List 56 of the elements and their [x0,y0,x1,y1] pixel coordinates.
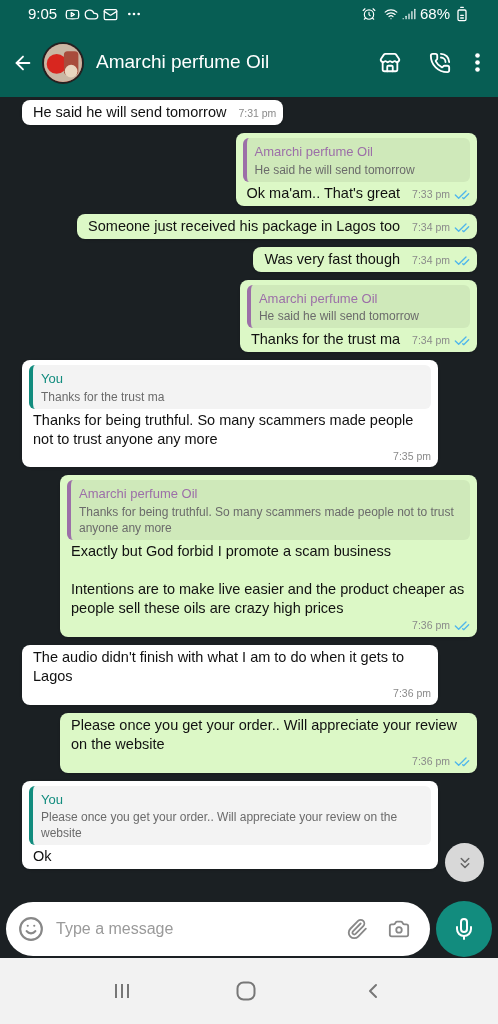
attach-icon[interactable] [346,918,368,940]
quote-author: You [41,790,64,809]
message-text: Was very fast though [263,249,402,269]
store-icon [379,51,401,74]
quoted-message[interactable]: Amarchi perfume Oil He said he will send tomorrow [242,138,470,182]
quote-author: You [41,370,64,388]
message-text: Thanks for the trust ma [249,330,402,349]
message-time: 7:33 pm [412,186,450,202]
quote-text: Thanks for the trust ma [41,388,166,405]
signal-icon [401,7,416,21]
quoted-message[interactable]: You Thanks for the trust ma [29,365,431,409]
camera-icon[interactable] [388,918,410,940]
menu-icon [475,53,480,72]
home-icon[interactable] [236,981,256,1001]
quote-author: Amarchi perfume Oil [79,485,199,504]
phone-icon [429,51,451,74]
message-text: The audio didn't finish with what I am to do when it gets to Lagos [32,647,406,686]
message-field[interactable]: Type a message [56,917,346,941]
scroll-down-button[interactable] [445,843,484,882]
quoted-message[interactable]: You Please once you get your order.. Will appreciate your review on the website [29,785,431,845]
message-text: Ok ma'am.. That's great [245,183,402,203]
message-time: 7:34 pm [412,219,450,235]
battery-percent: 68% [419,3,450,24]
message-text: Ok [32,847,53,866]
recent-apps-icon[interactable] [112,982,131,1000]
message-input[interactable]: Type a message [6,902,430,956]
wifi-icon [383,7,398,21]
quote-author: Amarchi perfume Oil [258,289,379,308]
message-text: He said he will send tomorrow [32,103,228,122]
quoted-message[interactable]: Amarchi perfume Oil He said he will send tomorrow [246,284,470,328]
quote-text: Please once you get your order.. Will appreciate your review on the website [41,809,399,841]
mic-button[interactable] [436,901,492,957]
quote-text: He said he will send tomorrow [254,161,416,178]
message-text: Thanks for being truthful. So many scammers made people not to trust anyone any more [32,410,415,449]
battery-icon [454,6,470,22]
video-icon [65,6,81,22]
alarm-icon [361,7,376,21]
message-text: Someone just received his package in Lagos too [87,216,402,236]
emoji-icon[interactable] [18,916,44,942]
cloud-icon [84,6,100,22]
message-time: 7:36 pm [412,617,450,633]
message-time: 7:34 pm [412,252,450,268]
quote-text: He said he will send tomorrow [258,308,421,324]
message-time: 7:31 pm [238,106,277,122]
quote-text: Thanks for being truthful. So many scammers made people not to trust anyone any more [79,503,455,536]
mail-icon [103,6,119,22]
message-text: Please once you get your order.. Will appreciate your review on the website [70,715,459,754]
message-time: 7:36 pm [393,685,431,701]
message-text: Exactly but God forbid I promote a scam business Intentions are to make live easier and the product cheaper as people sell these oils are crazy high prices [70,541,466,618]
message-time: 7:35 pm [393,448,431,464]
message-time: 7:36 pm [412,753,450,769]
quote-author: Amarchi perfume Oil [254,143,374,161]
status-time: 9:05 [28,3,58,24]
message-time: 7:34 pm [412,333,450,349]
quoted-message[interactable]: Amarchi perfume Oil Thanks for being truthful. So many scammers made people not to trust anyone any more [67,480,470,540]
contact-avatar[interactable] [42,41,84,84]
